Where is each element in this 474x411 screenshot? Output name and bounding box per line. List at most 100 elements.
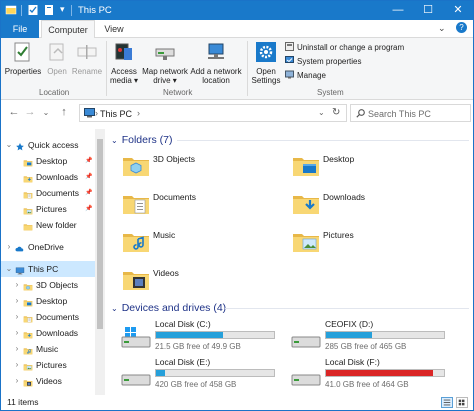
- system-properties-button[interactable]: System properties: [285, 56, 361, 68]
- pictures-folder-icon: [23, 205, 33, 215]
- manage-button[interactable]: Manage: [285, 70, 326, 82]
- nav-item-documents[interactable]: › Documents: [1, 309, 95, 325]
- folder-tile[interactable]: Pictures: [291, 227, 461, 261]
- nav-item-downloads[interactable]: › Downloads: [1, 325, 95, 341]
- new-folder-quick-icon[interactable]: [43, 4, 55, 16]
- search-placeholder: Search This PC: [368, 109, 431, 119]
- drive-name: CEOFIX (D:): [325, 319, 374, 329]
- nav-item-documents[interactable]: Documents 📌: [1, 185, 95, 201]
- back-button[interactable]: ←: [7, 106, 21, 118]
- folder-tile[interactable]: Music: [121, 227, 291, 261]
- recent-locations-button[interactable]: ⌄: [39, 108, 53, 117]
- nav-item-onedrive[interactable]: › OneDrive: [1, 239, 95, 255]
- open-settings-button[interactable]: Open Settings: [250, 41, 282, 85]
- group-divider: [247, 41, 248, 96]
- group-divider: [106, 41, 107, 96]
- 3d-objects-folder-icon: [23, 281, 33, 291]
- nav-item-videos[interactable]: › Videos: [1, 373, 95, 389]
- open-settings-label: Open Settings: [251, 67, 281, 85]
- drive-free-space: 285 GB free of 465 GB: [325, 342, 407, 351]
- chevron-down-icon[interactable]: ⌄: [5, 261, 13, 277]
- folder-tile[interactable]: Downloads: [291, 189, 461, 223]
- nav-item-downloads[interactable]: Downloads 📌: [1, 169, 95, 185]
- open-button[interactable]: Open: [43, 41, 71, 76]
- access-media-button[interactable]: Access media ▾: [108, 41, 140, 85]
- large-icons-view-button[interactable]: [456, 397, 468, 408]
- chevron-right-icon[interactable]: ›: [13, 373, 21, 389]
- map-network-drive-icon: [155, 48, 175, 60]
- chevron-right-icon[interactable]: ›: [13, 325, 21, 341]
- folder-tile[interactable]: Desktop: [291, 151, 461, 185]
- add-network-location-button[interactable]: Add a network location: [190, 41, 242, 85]
- nav-item-pictures[interactable]: Pictures 📌: [1, 201, 95, 217]
- address-bar[interactable]: › This PC › ⌄ ↻: [79, 104, 347, 122]
- nav-item-quick-access[interactable]: ⌄ Quick access: [1, 137, 95, 153]
- search-box[interactable]: Search This PC: [350, 104, 471, 122]
- forward-arrow-icon: →: [24, 106, 36, 118]
- drive-tile[interactable]: Local Disk (C:) 21.5 GB free of 49.9 GB: [121, 319, 291, 355]
- drive-name: Local Disk (F:): [325, 357, 380, 367]
- minimize-button[interactable]: —: [383, 1, 413, 20]
- pin-icon: 📌: [85, 158, 93, 164]
- folder-tile[interactable]: Documents: [121, 189, 291, 223]
- tab-computer[interactable]: Computer: [41, 20, 95, 39]
- chevron-down-icon[interactable]: ⌄: [5, 137, 13, 153]
- nav-item-music[interactable]: › Music: [1, 341, 95, 357]
- drive-tile[interactable]: CEOFIX (D:) 285 GB free of 465 GB: [291, 319, 461, 355]
- breadcrumb-chevron[interactable]: ›: [137, 108, 140, 118]
- up-button[interactable]: ↑: [57, 106, 71, 118]
- address-history-chevron-icon[interactable]: ⌄: [318, 108, 325, 117]
- map-network-drive-button[interactable]: Map network drive ▾: [140, 41, 190, 85]
- windows-drive-icon: [121, 327, 151, 351]
- group-label-network: Network: [163, 88, 193, 97]
- properties-button[interactable]: Properties: [3, 41, 43, 76]
- help-icon[interactable]: ?: [456, 22, 467, 33]
- nav-item-3d-objects[interactable]: › 3D Objects: [1, 277, 95, 293]
- chevron-right-icon[interactable]: ›: [13, 309, 21, 325]
- chevron-right-icon[interactable]: ›: [5, 239, 13, 255]
- details-view-button[interactable]: [441, 397, 453, 408]
- downloads-folder-icon: [291, 189, 321, 219]
- drives-section-header[interactable]: ⌄ Devices and drives (4): [111, 301, 226, 315]
- breadcrumb-this-pc[interactable]: This PC: [100, 109, 132, 119]
- desktop-folder-icon: [291, 151, 321, 181]
- customize-quick-access-icon[interactable]: ▾: [60, 4, 65, 15]
- folder-tile[interactable]: 3D Objects: [121, 151, 291, 185]
- tab-file[interactable]: File: [1, 20, 39, 38]
- nav-item-desktop[interactable]: Desktop 📌: [1, 153, 95, 169]
- 3d-objects-folder-icon: [121, 151, 151, 181]
- chevron-right-icon[interactable]: ›: [13, 357, 21, 373]
- properties-quick-icon[interactable]: [27, 4, 39, 16]
- chevron-down-icon: ⌄: [111, 304, 118, 313]
- drive-tile[interactable]: Local Disk (F:) 41.0 GB free of 464 GB: [291, 357, 461, 393]
- nav-item-label: Downloads: [36, 328, 79, 338]
- scrollbar-thumb[interactable]: [97, 139, 103, 329]
- nav-item-desktop[interactable]: › Desktop: [1, 293, 95, 309]
- status-bar: 11 items: [1, 395, 473, 410]
- nav-item-pictures[interactable]: › Pictures: [1, 357, 95, 373]
- collapse-ribbon-icon[interactable]: ⌄: [438, 23, 446, 34]
- drive-usage-bar: [325, 331, 445, 339]
- folder-tile[interactable]: Videos: [121, 265, 291, 299]
- drive-usage-fill: [156, 370, 166, 376]
- chevron-right-icon[interactable]: ›: [13, 277, 21, 293]
- nav-item-this-pc[interactable]: ⌄ This PC: [1, 261, 95, 277]
- tab-view[interactable]: View: [97, 20, 131, 39]
- rename-button[interactable]: Rename: [71, 41, 103, 76]
- maximize-button[interactable]: ☐: [413, 1, 443, 20]
- uninstall-program-button[interactable]: Uninstall or change a program: [285, 42, 404, 54]
- folders-section-header[interactable]: ⌄ Folders (7): [111, 133, 172, 147]
- nav-pane-scrollbar[interactable]: [95, 129, 105, 395]
- close-button[interactable]: ✕: [443, 1, 473, 20]
- chevron-right-icon[interactable]: ›: [13, 293, 21, 309]
- app-icon[interactable]: [5, 4, 17, 16]
- up-arrow-icon: ↑: [61, 106, 67, 118]
- nav-item-label: Desktop: [36, 296, 68, 306]
- refresh-icon[interactable]: ↻: [332, 107, 340, 118]
- map-network-drive-label: Map network drive ▾: [142, 67, 188, 85]
- nav-item-new-folder[interactable]: New folder: [1, 217, 95, 233]
- divider: [71, 5, 72, 16]
- drive-tile[interactable]: Local Disk (E:) 420 GB free of 458 GB: [121, 357, 291, 393]
- forward-button[interactable]: →: [23, 106, 37, 118]
- chevron-right-icon[interactable]: ›: [13, 341, 21, 357]
